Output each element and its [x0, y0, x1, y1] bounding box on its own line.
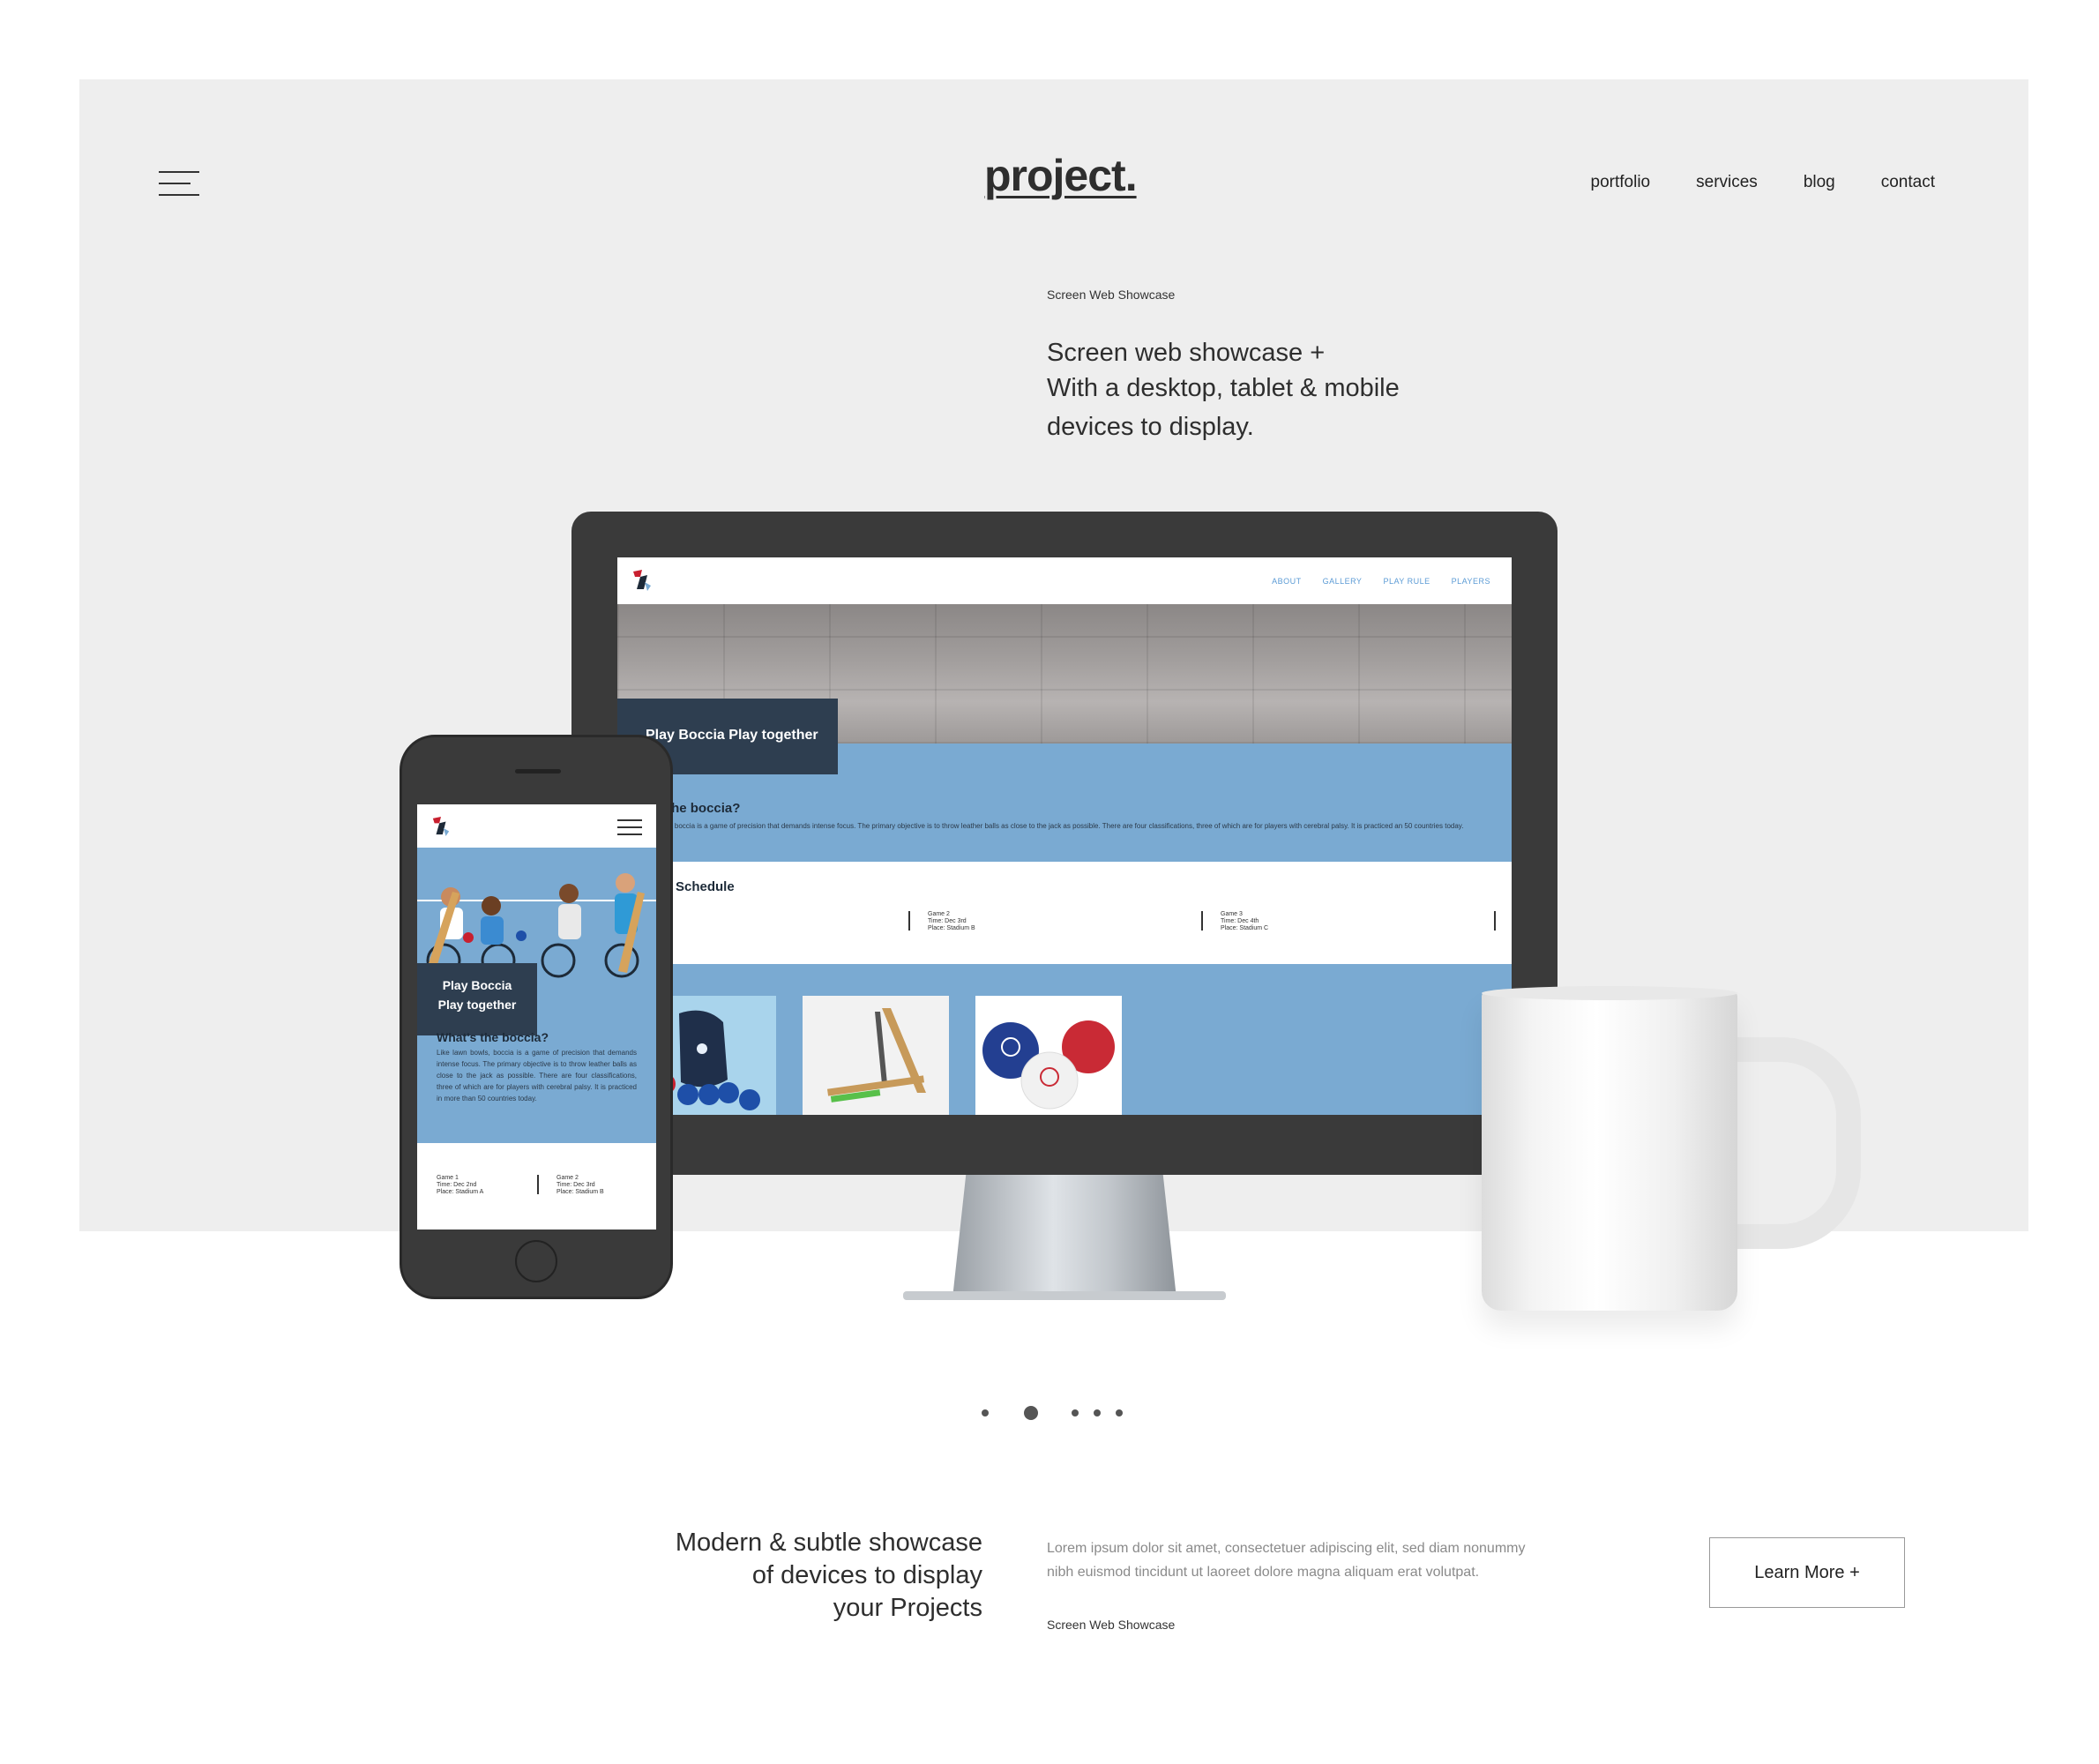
desktop-gallery-section [617, 964, 1512, 1115]
desktop-schedule-section: Schedule nd m A Game 2 Time: Dec 3rd Pla… [617, 862, 1512, 964]
nav-blog[interactable]: blog [1804, 173, 1835, 192]
pager-dot-2-active[interactable] [1024, 1406, 1038, 1420]
site-logo[interactable]: project. [984, 150, 1138, 201]
desktop-game-3: Game 3 Time: Dec 4th Place: Stadium C [1201, 911, 1268, 931]
mobile-phone: Play Boccia Play together What's the boc… [400, 735, 673, 1299]
desktop-game-2: Game 2 Time: Dec 3rd Place: Stadium B [908, 911, 975, 931]
hero-title-line1: Screen web showcase + [1047, 339, 1326, 367]
phone-home-button [515, 1240, 557, 1282]
bottom-title-line2: of devices to display [751, 1561, 982, 1589]
desktop-screen: ABOUT GALLERY PLAY RULE PLAYERS Play Boc… [617, 557, 1512, 1115]
hamburger-menu-icon[interactable] [159, 171, 199, 198]
bottom-title-line1: Modern & subtle showcase [675, 1529, 982, 1557]
gallery-card-ramp[interactable] [803, 996, 949, 1115]
pager-dot-5[interactable] [1116, 1409, 1123, 1416]
desktop-nav-play-rule[interactable]: PLAY RULE [1383, 577, 1430, 586]
nav-portfolio[interactable]: portfolio [1591, 173, 1651, 192]
desktop-about-text: bowls, boccia is a game of precision tha… [653, 822, 1464, 830]
pager-dot-3[interactable] [1072, 1409, 1079, 1416]
phone-speaker [515, 769, 561, 774]
mug-rim [1482, 986, 1737, 1000]
mobile-screen: Play Boccia Play together What's the boc… [417, 804, 656, 1230]
main-nav: portfolio services blog contact [1591, 173, 1935, 192]
mobile-about-heading: What's the boccia? [437, 1030, 549, 1044]
desktop-nav-gallery[interactable]: GALLERY [1323, 577, 1363, 586]
bottom-description: Lorem ipsum dolor sit amet, consectetuer… [1047, 1541, 1526, 1580]
hero-title: Screen web showcase + With a desktop, ta… [1047, 335, 1400, 445]
coffee-mug [1482, 991, 1737, 1311]
desktop-nav-about[interactable]: ABOUT [1272, 577, 1302, 586]
boccia-logo-icon [432, 817, 450, 836]
monitor-stand [952, 1175, 1176, 1298]
bottom-title: Modern & subtle showcase of devices to d… [653, 1527, 982, 1625]
nav-contact[interactable]: contact [1881, 173, 1935, 192]
desktop-nav-players[interactable]: PLAYERS [1452, 577, 1490, 586]
ramp-image [803, 996, 949, 1115]
mobile-site-header [417, 804, 656, 848]
mobile-about-text: Like lawn bowls, boccia is a game of pre… [437, 1049, 637, 1102]
wheelchair-players-image [417, 848, 656, 980]
nav-services[interactable]: services [1696, 173, 1758, 192]
mobile-game-1: Game 1 Time: Dec 2nd Place: Stadium A [437, 1175, 484, 1195]
mobile-players-illustration [417, 848, 656, 980]
bottom-eyebrow: Screen Web Showcase [1047, 1618, 1176, 1632]
desktop-schedule-heading: Schedule [676, 879, 735, 894]
pager-dot-1[interactable] [982, 1409, 989, 1416]
desktop-site-nav: ABOUT GALLERY PLAY RULE PLAYERS [1272, 577, 1490, 586]
mobile-hero-badge: Play Boccia Play together [417, 963, 537, 1035]
mobile-menu-icon[interactable] [617, 819, 642, 835]
learn-more-button[interactable]: Learn More + [1709, 1537, 1905, 1608]
boccia-balls-image [975, 996, 1122, 1115]
desktop-site-header: ABOUT GALLERY PLAY RULE PLAYERS [617, 557, 1512, 604]
boccia-logo-icon [633, 570, 651, 591]
hero-title-line3: devices to display. [1047, 413, 1254, 441]
pager-dot-4[interactable] [1094, 1409, 1101, 1416]
bottom-title-line3: your Projects [833, 1594, 982, 1622]
mobile-game-2: Game 2 Time: Dec 3rd Place: Stadium B [537, 1175, 604, 1195]
hero-eyebrow: Screen Web Showcase [1047, 288, 1176, 302]
monitor-base [903, 1291, 1226, 1300]
hero-title-line2: With a desktop, tablet & mobile [1047, 374, 1400, 402]
desktop-game-divider [1494, 911, 1496, 931]
desktop-monitor: ABOUT GALLERY PLAY RULE PLAYERS Play Boc… [571, 512, 1557, 1175]
gallery-card-balls[interactable] [975, 996, 1122, 1115]
